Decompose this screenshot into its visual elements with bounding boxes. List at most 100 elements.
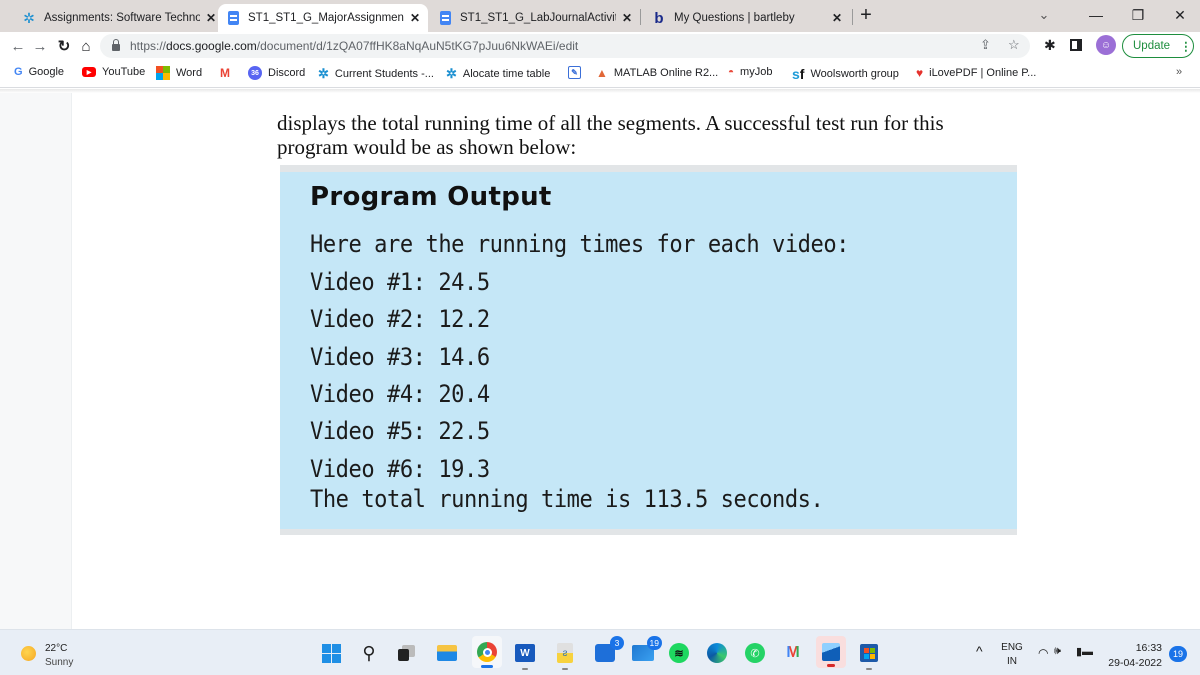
output-line: Video #4: 20.4 — [310, 380, 490, 408]
tab-label: ST1_ST1_G_MajorAssignment_20 — [248, 12, 404, 24]
volume-icon[interactable]: 🕪 — [1054, 645, 1061, 658]
bookmark-word[interactable]: Word — [156, 66, 202, 80]
search-button[interactable]: ⚲ — [358, 642, 380, 664]
tab-separator — [640, 9, 641, 25]
back-button[interactable]: ← — [8, 36, 28, 56]
gmail-icon: M — [786, 644, 800, 661]
close-tab-icon[interactable]: ✕ — [622, 11, 632, 25]
minimize-button[interactable]: — — [1076, 0, 1116, 30]
tab-lab-journal[interactable]: ST1_ST1_G_LabJournalActivities.d ✕ — [430, 4, 640, 32]
lock-icon — [112, 39, 120, 51]
bookmark-edit[interactable]: ✎ — [568, 66, 587, 79]
tab-label: ST1_ST1_G_LabJournalActivities.d — [460, 12, 616, 24]
word-button[interactable]: W — [514, 642, 536, 670]
update-label: Update — [1133, 40, 1171, 52]
extensions-icon[interactable]: ✱ — [1044, 37, 1056, 54]
snowflake-icon: ✲ — [318, 66, 329, 81]
task-view-icon — [398, 645, 416, 661]
chrome-icon — [477, 642, 497, 662]
clock-date: 29-04-2022 — [1108, 657, 1162, 669]
bookmark-ilovepdf[interactable]: ♥ iLovePDF | Online P... — [916, 66, 1036, 80]
output-line: The total running time is 113.5 seconds. — [310, 485, 824, 513]
close-tab-icon[interactable]: ✕ — [832, 11, 842, 25]
start-button[interactable] — [320, 642, 342, 664]
language-indicator[interactable]: ENG IN — [998, 642, 1026, 667]
photos-icon — [822, 643, 840, 661]
file-explorer-button[interactable] — [436, 642, 458, 664]
mail-badge: 19 — [646, 636, 662, 650]
whatsapp-button[interactable]: ✆ — [744, 642, 766, 664]
store-button[interactable] — [858, 642, 880, 670]
bookmark-matlab[interactable]: ▲ MATLAB Online R2... — [596, 66, 718, 80]
task-view-button[interactable] — [396, 642, 418, 664]
document-paragraph: displays the total running time of all t… — [277, 111, 944, 159]
spotify-icon: ≋ — [669, 643, 689, 663]
browser-toolbar: ← → ↻ ⌂ https://docs.google.com/document… — [0, 32, 1200, 60]
whatsapp-icon: ✆ — [745, 643, 765, 663]
windows-taskbar: 22°C Sunny ⚲ W ƨ 3 19 ≋ ✆ M ^ ENG IN ◠ 🕪… — [0, 629, 1200, 675]
output-line: Video #1: 24.5 — [310, 268, 490, 296]
output-line: Video #3: 14.6 — [310, 343, 490, 371]
edge-button[interactable] — [706, 642, 728, 664]
bookmark-current-students[interactable]: ✲ Current Students -... — [318, 66, 434, 82]
forward-button[interactable]: → — [30, 36, 50, 56]
profile-avatar[interactable]: ☺ — [1096, 35, 1116, 55]
tab-bar: ✲ Assignments: Software Technolog ✕ ST1_… — [0, 0, 1200, 32]
notification-badge[interactable]: 19 — [1169, 646, 1187, 662]
star-icon[interactable]: ☆ — [1008, 37, 1020, 53]
bookmark-youtube[interactable]: ▶ YouTube — [82, 66, 145, 78]
arrow-right-icon: → — [32, 37, 48, 55]
bookmark-myjob[interactable]: ◓ myJob — [728, 66, 772, 78]
snowflake-icon: ✲ — [23, 9, 35, 26]
bookmarks-overflow-button[interactable]: » — [1176, 66, 1182, 78]
tab-label: My Questions | bartleby — [674, 12, 795, 24]
edge-icon — [707, 643, 727, 663]
spotify-button[interactable]: ≋ — [668, 642, 690, 664]
output-line: Video #2: 12.2 — [310, 305, 490, 333]
close-tab-icon[interactable]: ✕ — [410, 11, 420, 25]
bookmark-gmail[interactable]: M — [220, 66, 236, 80]
clock-time: 16:33 — [1135, 642, 1162, 654]
output-line: Here are the running times for each vide… — [310, 230, 850, 258]
address-bar[interactable]: https://docs.google.com/document/d/1zQA0… — [100, 34, 1030, 58]
gmail-button[interactable]: M — [782, 642, 804, 664]
outlook-button[interactable]: 3 — [594, 636, 624, 664]
bookmark-alocate-time-table[interactable]: ✲ Alocate time table — [446, 66, 550, 82]
tab-major-assignment[interactable]: ST1_ST1_G_MajorAssignment_20 ✕ — [218, 4, 428, 32]
bookmark-google[interactable]: G Google — [14, 66, 64, 78]
store-icon — [860, 644, 878, 662]
program-output-box: Program Output Here are the running time… — [280, 165, 1017, 535]
side-panel-icon[interactable] — [1070, 39, 1082, 51]
tab-bartleby[interactable]: b My Questions | bartleby ✕ — [644, 4, 850, 32]
system-clock[interactable]: 16:33 29-04-2022 — [1108, 641, 1162, 671]
share-icon[interactable]: ⇪ — [980, 37, 991, 53]
show-hidden-icons-button[interactable]: ^ — [976, 643, 983, 659]
python-button[interactable]: ƨ — [554, 642, 576, 670]
word-icon: W — [515, 644, 535, 662]
close-tab-icon[interactable]: ✕ — [206, 11, 216, 25]
edit-square-icon: ✎ — [568, 66, 581, 79]
battery-icon[interactable]: ▮▬ — [1076, 645, 1093, 658]
url-text[interactable]: https://docs.google.com/document/d/1zQA0… — [130, 39, 578, 53]
mail-button[interactable]: 19 — [632, 636, 662, 664]
update-button[interactable]: Update ⋮ — [1122, 34, 1194, 58]
search-icon: ⚲ — [362, 642, 376, 663]
home-button[interactable]: ⌂ — [76, 36, 96, 56]
program-output-title: Program Output — [310, 182, 552, 212]
photos-button[interactable] — [816, 636, 846, 668]
tab-assignments[interactable]: ✲ Assignments: Software Technolog ✕ — [14, 4, 224, 32]
output-line: Video #6: 19.3 — [310, 455, 490, 483]
tab-search-button[interactable]: ⌄ — [1024, 0, 1064, 30]
wifi-icon[interactable]: ◠ — [1038, 646, 1048, 660]
microsoft-icon — [156, 66, 170, 80]
close-window-button[interactable]: ✕ — [1160, 0, 1200, 30]
bookmark-woolsworth[interactable]: sf Woolsworth group — [792, 66, 899, 82]
bookmark-discord[interactable]: 36 Discord — [248, 66, 305, 80]
chrome-button[interactable] — [472, 636, 502, 668]
reload-button[interactable]: ↻ — [54, 36, 74, 56]
restore-button[interactable]: ❐ — [1118, 0, 1158, 30]
google-docs-icon — [438, 11, 452, 25]
new-tab-button[interactable]: + — [846, 0, 886, 30]
more-menu-icon: ⋮ — [1180, 41, 1192, 53]
google-docs-icon — [226, 11, 240, 25]
